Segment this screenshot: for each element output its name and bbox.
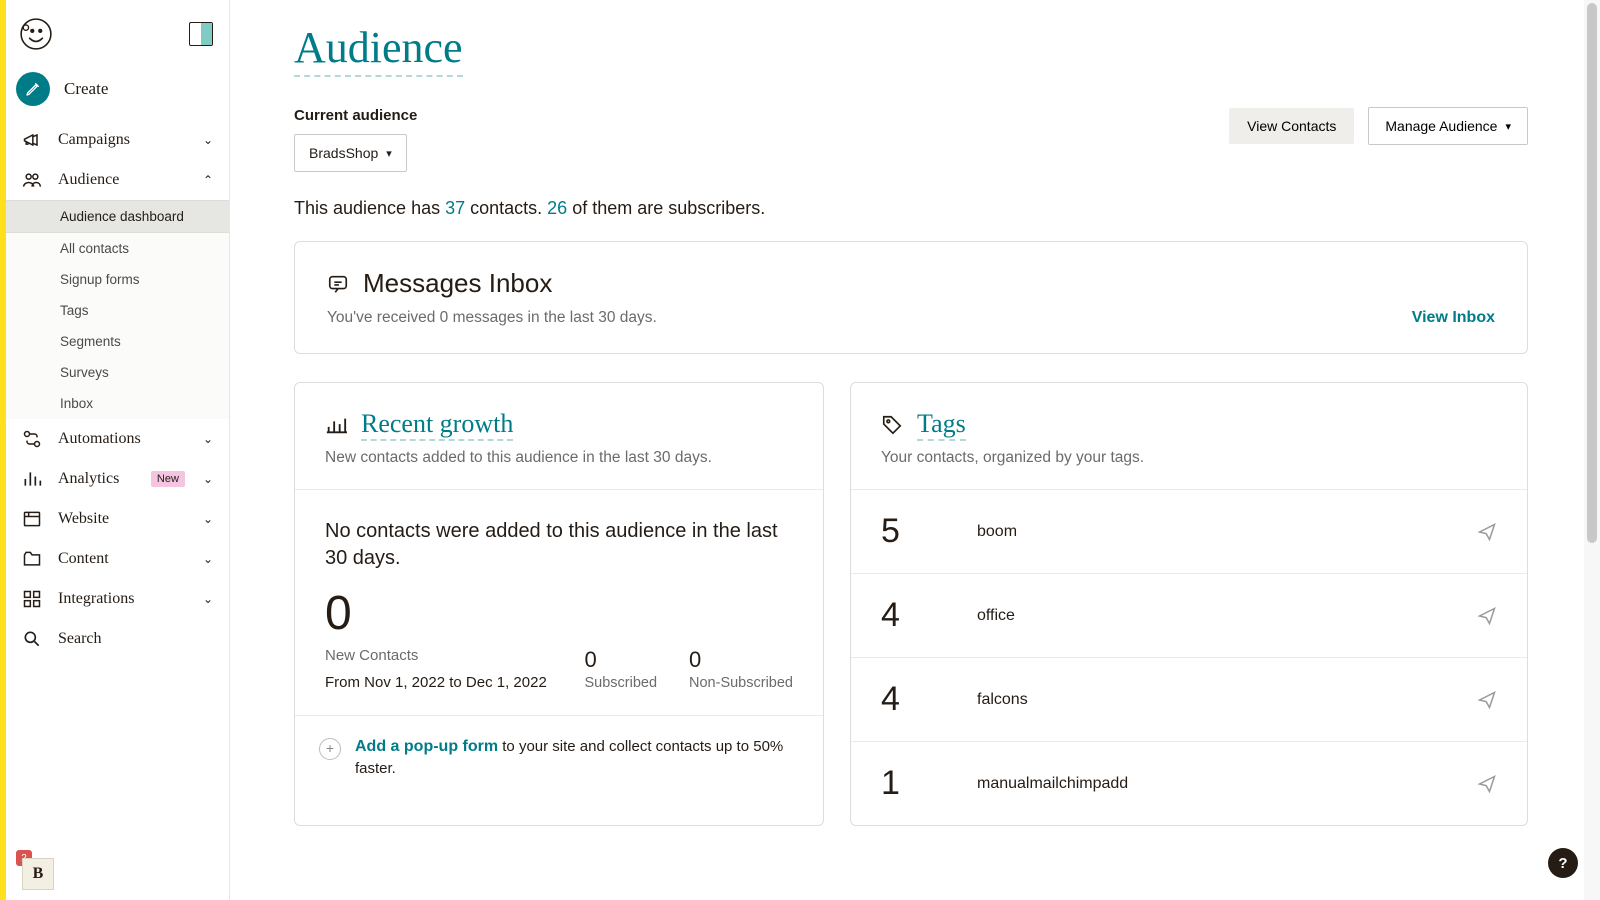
nav-website[interactable]: Website ⌄ xyxy=(6,499,229,539)
chevron-down-icon: ⌄ xyxy=(203,133,213,147)
growth-subtitle: New contacts added to this audience in t… xyxy=(325,449,793,467)
create-button[interactable]: Create xyxy=(6,62,229,120)
nav-analytics[interactable]: Analytics New ⌄ xyxy=(6,459,229,499)
messages-inbox-panel: Messages Inbox You've received 0 message… xyxy=(294,241,1528,354)
date-range: From Nov 1, 2022 to Dec 1, 2022 xyxy=(325,674,584,691)
subnav-segments[interactable]: Segments xyxy=(6,326,229,357)
tags-title[interactable]: Tags xyxy=(917,409,966,441)
create-label: Create xyxy=(64,79,108,99)
nav-audience[interactable]: Audience ⌃ xyxy=(6,160,229,200)
sidebar: Create Campaigns ⌄ Audience ⌃ Audience d… xyxy=(6,0,230,900)
subnav-all-contacts[interactable]: All contacts xyxy=(6,233,229,264)
tag-row[interactable]: 4 office xyxy=(851,573,1527,657)
subnav-signup-forms[interactable]: Signup forms xyxy=(6,264,229,295)
nav-search[interactable]: Search xyxy=(6,619,229,659)
chevron-down-icon: ⌄ xyxy=(203,592,213,606)
audience-selector[interactable]: BradsShop ▾ xyxy=(294,134,407,172)
view-inbox-link[interactable]: View Inbox xyxy=(1412,309,1495,327)
chevron-down-icon: ▾ xyxy=(386,147,392,160)
folder-icon xyxy=(20,549,44,569)
grid-icon xyxy=(20,589,44,609)
website-icon xyxy=(20,509,44,529)
send-icon[interactable] xyxy=(1477,522,1497,542)
recent-growth-title[interactable]: Recent growth xyxy=(361,409,513,441)
subnav-inbox[interactable]: Inbox xyxy=(6,388,229,419)
nav-automations[interactable]: Automations ⌄ xyxy=(6,419,229,459)
growth-cta-text: Add a pop-up form to your site and colle… xyxy=(355,736,793,779)
tag-row[interactable]: 4 falcons xyxy=(851,657,1527,741)
tag-list: 5 boom 4 office 4 falcons xyxy=(851,489,1527,825)
chat-icon xyxy=(327,273,349,295)
people-icon xyxy=(20,170,44,190)
avatar-letter: B xyxy=(22,858,54,890)
manage-audience-button[interactable]: Manage Audience ▾ xyxy=(1368,107,1528,145)
mailchimp-logo-icon xyxy=(19,17,53,51)
automation-icon xyxy=(20,429,44,449)
subscribed-label: Subscribed xyxy=(584,675,657,691)
audience-subnav: Audience dashboard All contacts Signup f… xyxy=(6,200,229,419)
chevron-down-icon: ⌄ xyxy=(203,432,213,446)
contact-count[interactable]: 37 xyxy=(445,198,465,218)
tags-panel: Tags Your contacts, organized by your ta… xyxy=(850,382,1528,826)
tag-row[interactable]: 5 boom xyxy=(851,489,1527,573)
nav-list: Campaigns ⌄ Audience ⌃ xyxy=(6,120,229,200)
account-avatar[interactable]: 2 B xyxy=(16,850,56,890)
growth-empty-message: No contacts were added to this audience … xyxy=(325,518,793,572)
tag-icon xyxy=(881,414,903,436)
chevron-down-icon: ⌄ xyxy=(203,472,213,486)
help-button[interactable]: ? xyxy=(1548,848,1578,878)
collapse-sidebar-button[interactable] xyxy=(189,22,213,46)
send-icon[interactable] xyxy=(1477,774,1497,794)
new-contacts-value: 0 xyxy=(325,586,793,641)
subnav-audience-dashboard[interactable]: Audience dashboard xyxy=(6,200,229,233)
new-contacts-label: New Contacts xyxy=(325,647,584,664)
new-badge: New xyxy=(151,471,185,487)
nav-campaigns[interactable]: Campaigns ⌄ xyxy=(6,120,229,160)
pencil-icon xyxy=(16,72,50,106)
chevron-up-icon: ⌃ xyxy=(203,173,213,187)
megaphone-icon xyxy=(20,130,44,150)
bar-chart-icon xyxy=(325,414,347,436)
bar-chart-icon xyxy=(20,469,44,489)
main-content: Audience Current audience BradsShop ▾ Vi… xyxy=(230,0,1600,900)
nonsubscribed-label: Non-Subscribed xyxy=(689,675,793,691)
nonsubscribed-value: 0 xyxy=(689,647,793,673)
inbox-subtitle: You've received 0 messages in the last 3… xyxy=(327,309,657,327)
subnav-surveys[interactable]: Surveys xyxy=(6,357,229,388)
add-popup-form-link[interactable]: Add a pop-up form xyxy=(355,738,498,755)
subscriber-count[interactable]: 26 xyxy=(547,198,567,218)
send-icon[interactable] xyxy=(1477,606,1497,626)
audience-summary: This audience has 37 contacts. 26 of the… xyxy=(294,198,1528,219)
tags-subtitle: Your contacts, organized by your tags. xyxy=(881,449,1497,467)
subscribed-value: 0 xyxy=(584,647,657,673)
inbox-title: Messages Inbox xyxy=(363,268,552,299)
current-audience-label: Current audience xyxy=(294,107,417,124)
subnav-tags[interactable]: Tags xyxy=(6,295,229,326)
scrollbar[interactable] xyxy=(1584,0,1600,900)
send-icon[interactable] xyxy=(1477,690,1497,710)
recent-growth-panel: Recent growth New contacts added to this… xyxy=(294,382,824,826)
plus-icon: + xyxy=(319,738,341,760)
chevron-down-icon: ▾ xyxy=(1505,120,1511,133)
chevron-down-icon: ⌄ xyxy=(203,552,213,566)
logo[interactable] xyxy=(16,14,56,54)
nav-content[interactable]: Content ⌄ xyxy=(6,539,229,579)
chevron-down-icon: ⌄ xyxy=(203,512,213,526)
view-contacts-button[interactable]: View Contacts xyxy=(1229,108,1354,144)
page-title: Audience xyxy=(294,22,463,77)
search-icon xyxy=(20,629,44,649)
nav-integrations[interactable]: Integrations ⌄ xyxy=(6,579,229,619)
tag-row[interactable]: 1 manualmailchimpadd xyxy=(851,741,1527,825)
